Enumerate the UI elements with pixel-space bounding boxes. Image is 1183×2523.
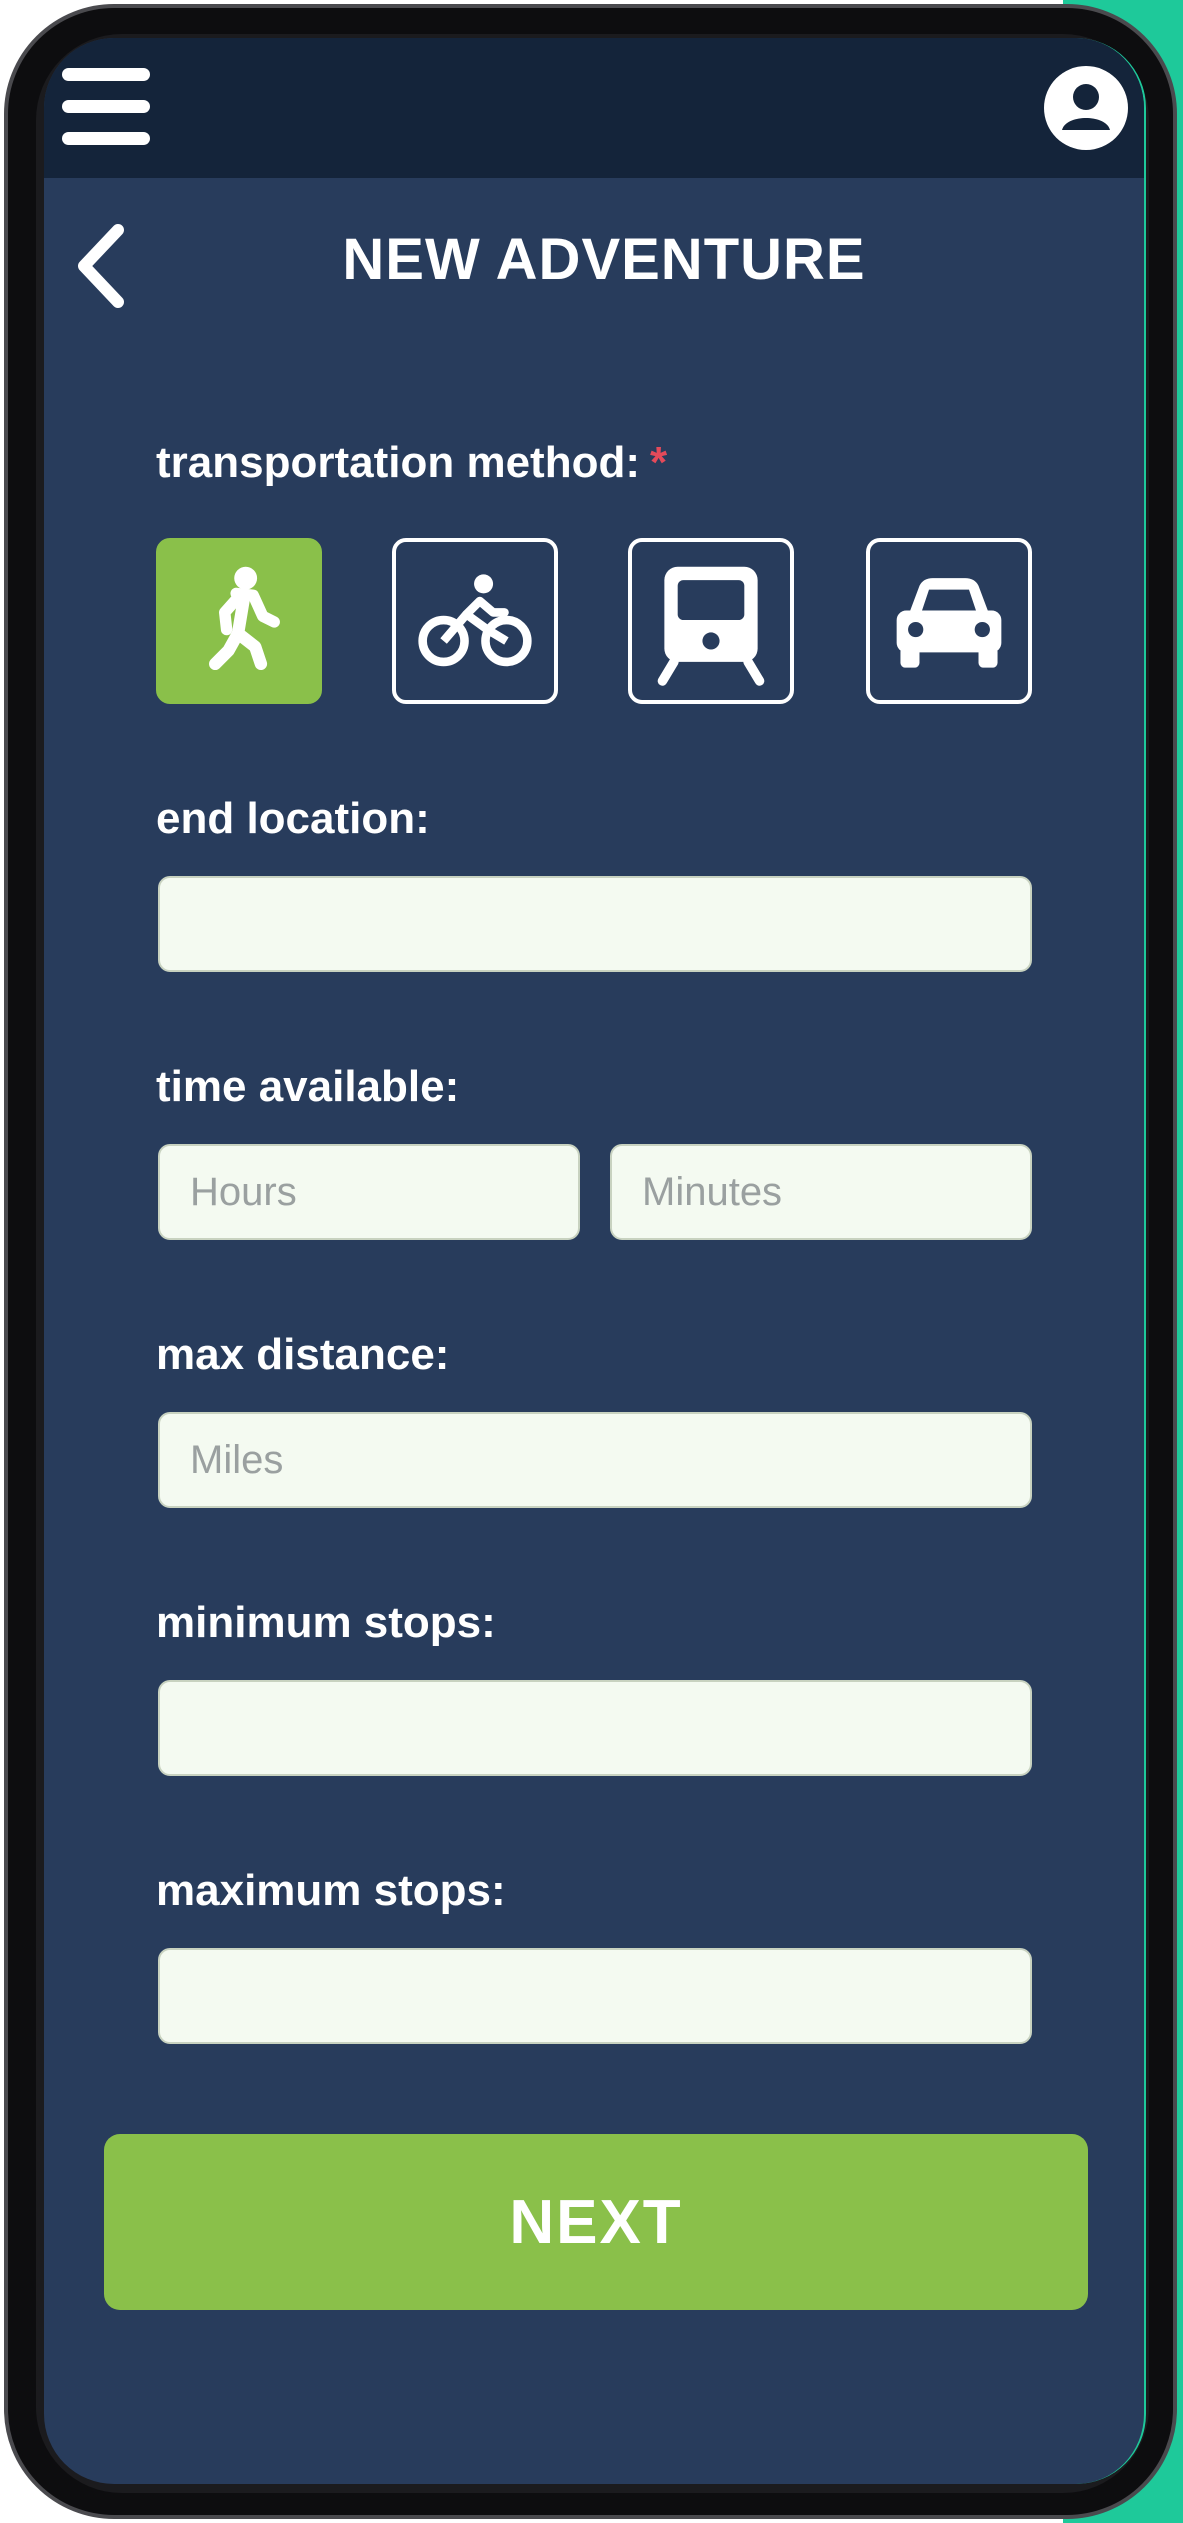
minimum-stops-label: minimum stops:: [156, 1598, 496, 1647]
chevron-left-icon[interactable]: [68, 216, 138, 316]
transport-car-button[interactable]: [866, 538, 1032, 704]
car-icon: [896, 578, 1002, 668]
bicycle-icon: [418, 574, 532, 667]
minutes-input[interactable]: [610, 1144, 1032, 1240]
top-bar: [44, 38, 1144, 178]
transport-label: transportation method: *: [156, 438, 667, 488]
app-screen: NEW ADVENTURE transportation method: * e…: [44, 38, 1146, 2484]
end-location-input[interactable]: [158, 876, 1032, 972]
transport-bike-button[interactable]: [392, 538, 558, 704]
maximum-stops-label: maximum stops:: [156, 1866, 506, 1915]
end-location-label: end location:: [156, 794, 430, 843]
page-title: NEW ADVENTURE: [342, 227, 866, 292]
user-profile-icon[interactable]: [1042, 64, 1130, 152]
time-available-label: time available:: [156, 1062, 460, 1111]
transport-label-text: transportation method:: [156, 438, 640, 487]
walking-icon: [209, 566, 280, 671]
train-icon: [657, 566, 765, 686]
maximum-stops-input[interactable]: [158, 1948, 1032, 2044]
minimum-stops-input[interactable]: [158, 1680, 1032, 1776]
transport-train-button[interactable]: [628, 538, 794, 704]
max-distance-label: max distance:: [156, 1330, 450, 1379]
transport-options: [156, 538, 1036, 704]
next-button[interactable]: NEXT: [104, 2134, 1088, 2310]
hours-input[interactable]: [158, 1144, 580, 1240]
max-distance-input[interactable]: [158, 1412, 1032, 1508]
required-asterisk: *: [649, 438, 668, 487]
transport-walk-button[interactable]: [156, 538, 322, 704]
hamburger-menu-icon[interactable]: [62, 68, 150, 146]
